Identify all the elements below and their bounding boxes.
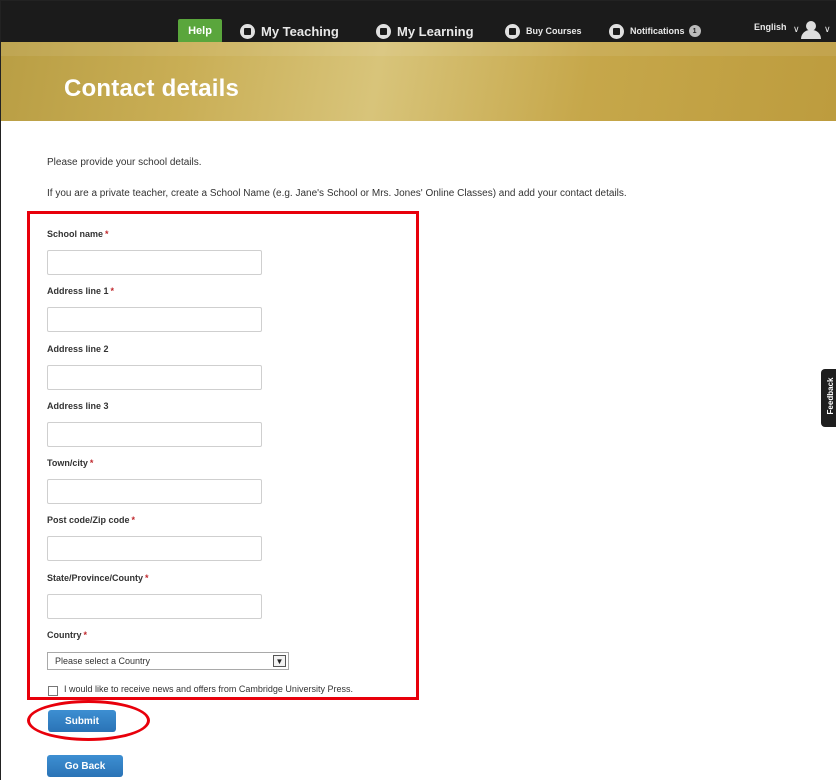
address-line-3-input[interactable]	[47, 422, 262, 447]
country-label: Country *	[47, 630, 88, 640]
nav-my-learning[interactable]: My Learning	[376, 21, 474, 41]
newsletter-checkbox[interactable]	[48, 686, 58, 696]
cart-icon	[505, 23, 520, 39]
state-province-input[interactable]	[47, 594, 262, 619]
newsletter-checkbox-label[interactable]: I would like to receive news and offers …	[64, 684, 353, 694]
chevron-down-icon[interactable]: ∨	[793, 24, 800, 35]
post-code-input[interactable]	[47, 536, 262, 561]
go-back-button[interactable]: Go Back	[47, 755, 123, 777]
school-name-label: School name *	[47, 229, 109, 239]
graduation-cap-icon	[240, 23, 255, 39]
megaphone-icon	[609, 23, 624, 39]
page-title: Contact details	[64, 75, 240, 102]
private-teacher-hint: If you are a private teacher, create a S…	[47, 188, 627, 199]
address-line-2-input[interactable]	[47, 365, 262, 390]
chevron-down-icon: ▼	[273, 655, 286, 667]
submit-highlight-ellipse	[27, 700, 150, 741]
town-city-label: Town/city *	[47, 458, 94, 468]
page-banner: Contact details	[1, 42, 836, 121]
school-name-input[interactable]	[47, 250, 262, 275]
user-avatar-icon[interactable]	[800, 21, 822, 39]
nav-my-learning-label: My Learning	[397, 23, 474, 39]
language-selector[interactable]: English	[754, 22, 787, 32]
nav-buy-courses-label: Buy Courses	[526, 26, 582, 36]
feedback-tab-label: Feedback	[826, 377, 835, 415]
country-select-value: Please select a Country	[55, 656, 151, 666]
intro-text: Please provide your school details.	[47, 157, 202, 168]
state-province-label: State/Province/County *	[47, 573, 149, 583]
form-highlight-box	[27, 211, 419, 700]
nav-notifications[interactable]: Notifications 1	[609, 21, 701, 41]
nav-my-teaching-label: My Teaching	[261, 23, 339, 39]
feedback-tab[interactable]: Feedback	[821, 369, 836, 427]
nav-buy-courses[interactable]: Buy Courses	[505, 21, 582, 41]
nav-my-teaching[interactable]: My Teaching	[240, 21, 339, 41]
address-line-1-label: Address line 1 *	[47, 286, 115, 296]
book-icon	[376, 23, 391, 39]
address-line-2-label: Address line 2	[47, 344, 109, 354]
country-select[interactable]: Please select a Country ▼	[47, 652, 289, 670]
town-city-input[interactable]	[47, 479, 262, 504]
address-line-3-label: Address line 3	[47, 401, 109, 411]
user-menu-chevron-icon[interactable]: ∨	[824, 24, 831, 35]
help-button[interactable]: Help	[178, 19, 222, 43]
address-line-1-input[interactable]	[47, 307, 262, 332]
notifications-count-badge: 1	[688, 25, 701, 37]
nav-notifications-label: Notifications	[630, 26, 685, 36]
post-code-label: Post code/Zip code *	[47, 515, 136, 525]
